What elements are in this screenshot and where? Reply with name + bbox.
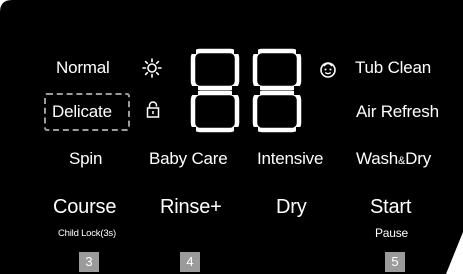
start-button[interactable]: Start xyxy=(370,196,411,219)
control-panel: Normal Delicate Spin 88 Baby Care Intens… xyxy=(0,0,463,274)
course-sub-label: Child Lock(3s) xyxy=(58,228,116,239)
display-digits: 88 xyxy=(247,98,249,100)
option-intensive[interactable]: Intensive xyxy=(257,149,323,169)
badge-start-number: 5 xyxy=(385,252,405,272)
badge-rinse-number: 4 xyxy=(180,252,200,272)
option-spin[interactable]: Spin xyxy=(69,149,102,169)
course-button[interactable]: Course xyxy=(53,196,116,219)
lock-icon xyxy=(146,101,160,118)
start-sub-label: Pause xyxy=(375,226,409,240)
rinse-button[interactable]: Rinse+ xyxy=(160,196,222,219)
smiley-icon xyxy=(320,62,336,78)
dry-button[interactable]: Dry xyxy=(276,196,307,219)
seven-segment-display: 88 xyxy=(188,46,304,135)
wash-dry-word2: Dry xyxy=(405,149,432,168)
option-baby-care[interactable]: Baby Care xyxy=(149,149,228,169)
option-tub-clean[interactable]: Tub Clean xyxy=(355,58,431,78)
badge-course-number: 3 xyxy=(79,252,99,272)
option-normal[interactable]: Normal xyxy=(56,58,110,78)
option-wash-dry[interactable]: Wash&Dry xyxy=(356,149,431,169)
sun-icon xyxy=(142,58,162,78)
wash-dry-word1: Wash xyxy=(356,149,399,168)
option-delicate[interactable]: Delicate xyxy=(52,102,112,122)
option-air-refresh[interactable]: Air Refresh xyxy=(356,102,439,122)
